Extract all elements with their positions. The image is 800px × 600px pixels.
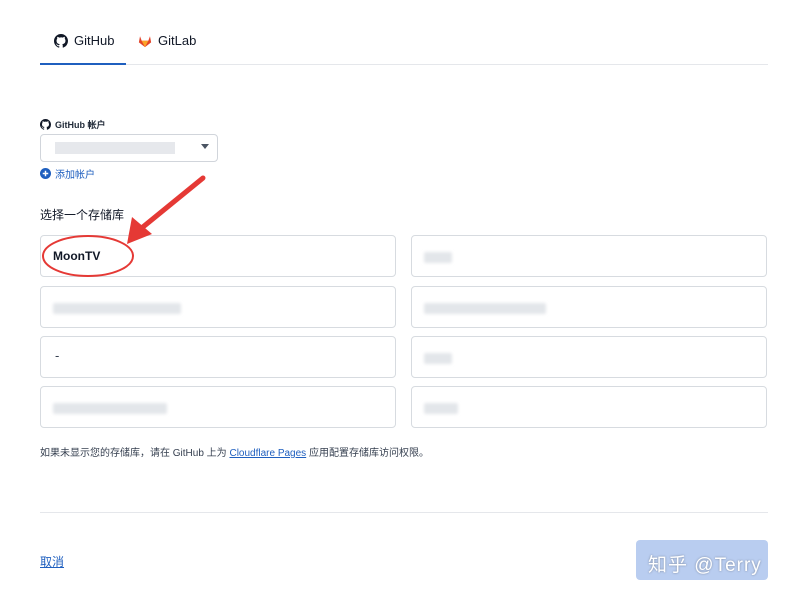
- highlight-circle: [42, 235, 134, 277]
- annotation-overlay: [42, 175, 206, 277]
- annotation-arrow-shaft: [135, 175, 206, 234]
